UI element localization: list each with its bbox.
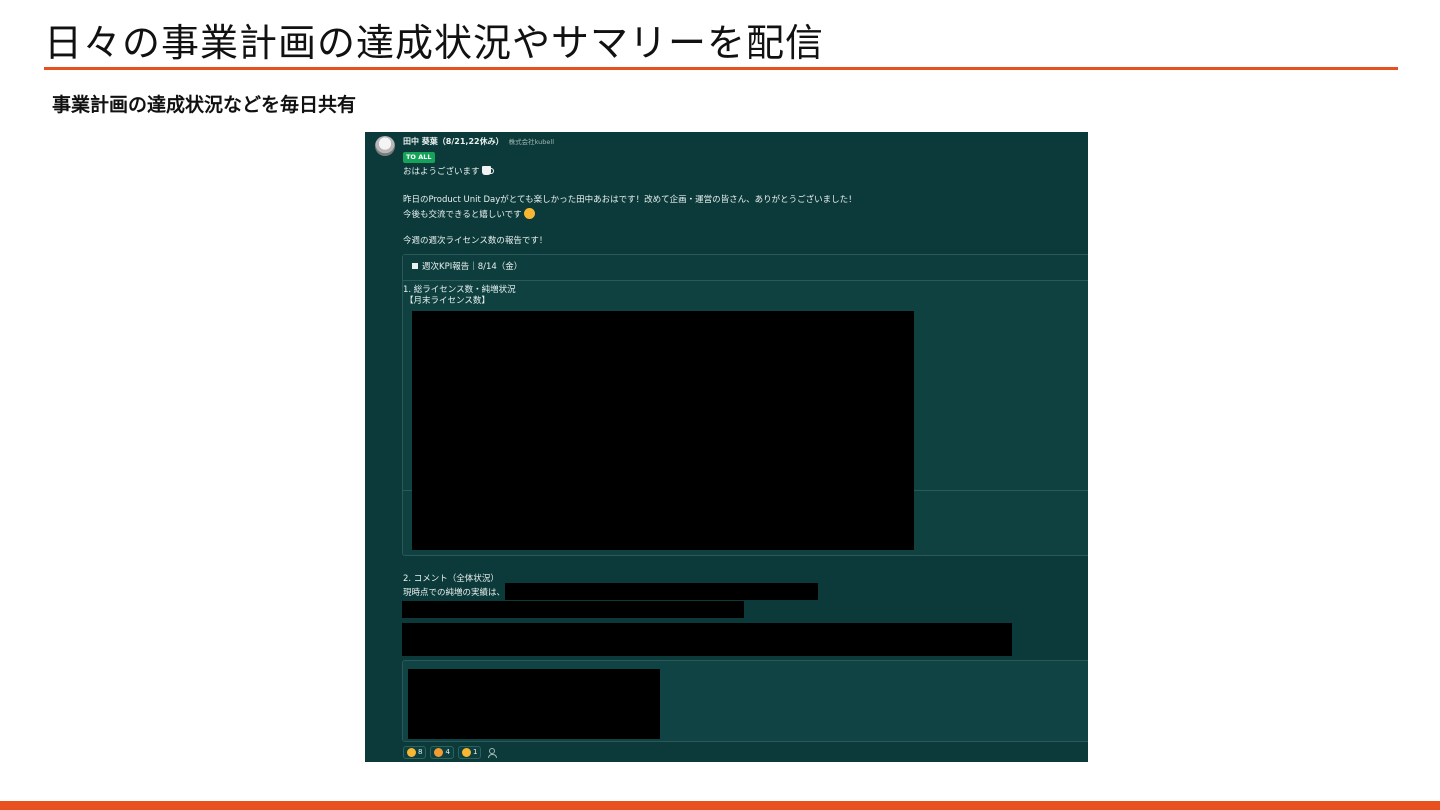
bottom-accent-bar: [0, 801, 1440, 810]
section-2-text: 現時点での純増の実績は、: [403, 588, 506, 598]
coffee-cup-icon: [481, 166, 494, 175]
kpi-header-text: 週次KPI報告｜8/14（金）: [412, 262, 522, 273]
section-2-title: 2. コメント（全体状況）: [403, 574, 499, 584]
avatar[interactable]: [375, 136, 395, 156]
square-bullet-icon: [412, 263, 418, 269]
reaction-bar: 8 4 1: [403, 746, 498, 760]
add-user-icon[interactable]: [488, 748, 498, 758]
to-all-badge: TO ALL: [403, 152, 435, 163]
chat-screenshot: 田中 葵葉（8/21,22休み） 株式会社kubell TO ALL おはようござ…: [365, 132, 1088, 762]
greeting-text: おはようございます: [403, 167, 480, 177]
sender-name[interactable]: 田中 葵葉（8/21,22休み）: [403, 137, 504, 146]
smile-emoji-icon: [461, 748, 471, 758]
reaction-smile[interactable]: 1: [457, 746, 482, 760]
slide-subtitle: 事業計画の達成状況などを毎日共有: [52, 94, 357, 116]
kpi-header-label: 週次KPI報告｜8/14（金）: [422, 262, 523, 272]
redacted-comment-2: [402, 601, 744, 618]
reaction-count: 8: [418, 748, 423, 756]
redacted-comment-3: [402, 623, 1012, 656]
section-1-subtitle: 【月末ライセンス数】: [405, 296, 490, 306]
redacted-comment-1: [505, 583, 818, 600]
section-1-title: 1. 総ライセンス数・純増状況: [403, 285, 516, 295]
slide-title: 日々の事業計画の達成状況やサマリーを配信: [44, 21, 825, 65]
bow-emoji-icon: [434, 748, 444, 758]
message-line-3: 今週の週次ライセンス数の報告です！: [403, 236, 548, 246]
reaction-bow[interactable]: 4: [430, 746, 454, 760]
reaction-count: 4: [445, 748, 450, 756]
kpi-report-header: 週次KPI報告｜8/14（金）: [403, 255, 1088, 281]
redacted-quote: [408, 669, 660, 739]
grimace-emoji-icon: [407, 748, 416, 758]
smile-emoji-icon: [523, 208, 535, 219]
title-underline: [44, 67, 1398, 70]
message-line-2-wrap: 今後も交流できると嬉しいです: [403, 208, 535, 221]
sender-line: 田中 葵葉（8/21,22休み） 株式会社kubell: [403, 137, 554, 148]
reaction-count: 1: [472, 748, 478, 756]
redacted-license-chart: [412, 311, 914, 550]
company-name: 株式会社kubell: [508, 138, 554, 146]
greeting-line: おはようございます: [403, 166, 494, 178]
message-line-1: 昨日のProduct Unit Dayがとても楽しかった田中あおはです！改めて企…: [403, 195, 857, 205]
message-line-2: 今後も交流できると嬉しいです: [403, 210, 522, 220]
reaction-grimace[interactable]: 8: [403, 746, 427, 760]
